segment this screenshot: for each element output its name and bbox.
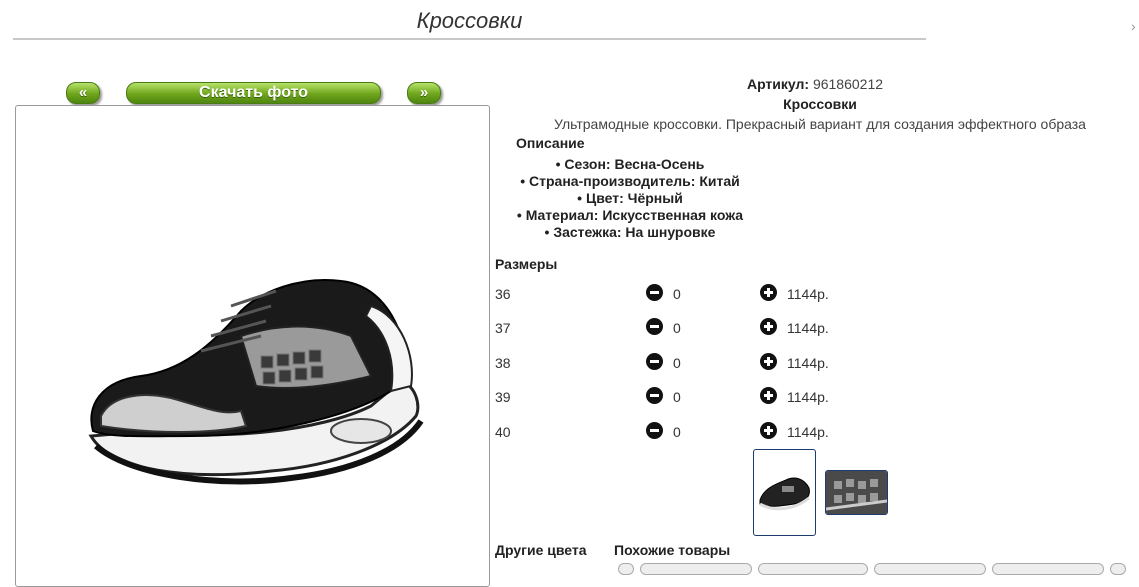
spec-item: Застежка: На шнуровке — [495, 224, 765, 241]
minus-circle-icon[interactable] — [646, 353, 663, 370]
size-price: 1144р. — [787, 424, 829, 440]
sizes-heading: Размеры — [495, 256, 558, 272]
article-line: Артикул: 961860212 — [495, 76, 1135, 92]
article-value: 961860212 — [812, 76, 884, 92]
size-label: 39 — [495, 389, 511, 405]
photo-thumbnail-detail[interactable] — [825, 470, 888, 515]
size-row: 40 0 1144р. — [495, 422, 895, 442]
similar-item-tab[interactable] — [874, 563, 986, 575]
product-name: Кроссовки — [783, 96, 857, 112]
size-row: 37 0 1144р. — [495, 318, 895, 338]
size-label: 40 — [495, 424, 511, 440]
minus-circle-icon[interactable] — [646, 422, 663, 439]
size-qty: 0 — [673, 320, 681, 336]
plus-circle-icon[interactable] — [760, 387, 777, 404]
size-qty: 0 — [673, 355, 681, 371]
size-row: 38 0 1144р. — [495, 353, 895, 373]
spec-item: Страна-производитель: Китай — [495, 173, 765, 190]
article-label: Артикул: — [746, 76, 810, 92]
page-title: Кроссовки — [416, 8, 523, 33]
minus-circle-icon[interactable] — [646, 387, 663, 404]
photo-thumbnail-side[interactable] — [753, 449, 816, 536]
size-row: 36 0 1144р. — [495, 284, 895, 304]
carousel-arrow[interactable] — [1110, 563, 1126, 575]
spec-item: Материал: Искусственная кожа — [495, 207, 765, 224]
size-label: 36 — [495, 286, 511, 302]
similar-item-tab[interactable] — [992, 563, 1104, 575]
plus-circle-icon[interactable] — [760, 353, 777, 370]
other-colors-heading: Другие цвета — [495, 542, 587, 558]
similar-products-heading: Похожие товары — [614, 542, 731, 558]
minus-circle-icon[interactable] — [646, 284, 663, 301]
plus-circle-icon[interactable] — [760, 422, 777, 439]
prev-photo-button[interactable]: « — [66, 82, 100, 104]
size-qty: 0 — [673, 389, 681, 405]
size-label: 38 — [495, 355, 511, 371]
spec-list: Сезон: Весна-Осень Страна-производитель:… — [495, 156, 765, 241]
plus-circle-icon[interactable] — [760, 284, 777, 301]
spec-item: Цвет: Чёрный — [495, 190, 765, 207]
similar-item-tab[interactable] — [758, 563, 868, 575]
download-photo-button[interactable]: Скачать фото — [126, 82, 381, 104]
size-qty: 0 — [673, 286, 681, 302]
edge-fragment: › — [1131, 18, 1136, 34]
product-tagline: Ультрамодные кроссовки. Прекрасный вариа… — [554, 116, 1086, 132]
minus-circle-icon[interactable] — [646, 318, 663, 335]
description-heading: Описание — [516, 135, 585, 151]
carousel-arrow[interactable] — [618, 563, 634, 575]
size-qty: 0 — [673, 424, 681, 440]
product-photo — [15, 105, 490, 587]
next-photo-button[interactable]: » — [407, 82, 441, 104]
sneaker-image — [88, 279, 424, 485]
size-price: 1144р. — [787, 389, 829, 405]
size-row: 39 0 1144р. — [495, 387, 895, 407]
size-price: 1144р. — [787, 355, 829, 371]
size-price: 1144р. — [787, 320, 829, 336]
title-divider — [13, 38, 926, 40]
size-label: 37 — [495, 320, 511, 336]
spec-item: Сезон: Весна-Осень — [495, 156, 765, 173]
plus-circle-icon[interactable] — [760, 318, 777, 335]
studs-detail-icon — [826, 471, 887, 514]
similar-item-tab[interactable] — [640, 563, 752, 575]
sneaker-thumbnail-icon — [759, 477, 810, 511]
size-price: 1144р. — [787, 286, 829, 302]
